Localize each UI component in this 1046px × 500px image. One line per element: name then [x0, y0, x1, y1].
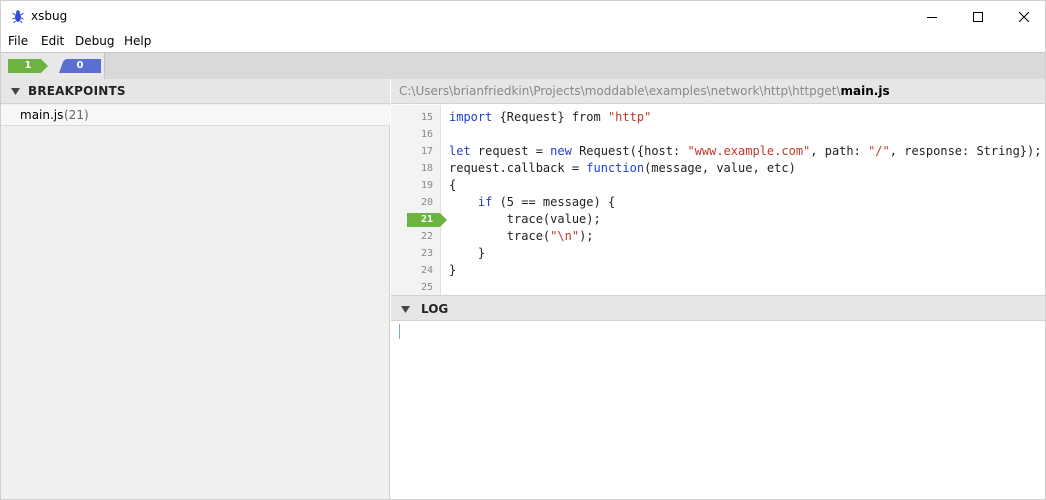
code-keyword: function	[586, 161, 645, 175]
close-button[interactable]	[1001, 1, 1046, 32]
title-bar: xsbug	[1, 1, 1045, 32]
collapse-triangle-icon	[401, 306, 410, 313]
code-line: let request = new Request({host: "www.ex…	[449, 143, 1041, 160]
code-string: "/"	[868, 144, 890, 158]
breakpoint-line: (21)	[64, 108, 89, 122]
close-icon	[1019, 11, 1029, 22]
line-number[interactable]: 21	[391, 211, 433, 228]
line-number[interactable]: 22	[391, 228, 433, 245]
code-text: Request({host:	[571, 144, 688, 158]
code-text: }	[449, 246, 486, 260]
code-line: trace("\n");	[449, 228, 594, 245]
code-text: {Request} from	[492, 110, 608, 124]
code-string: "www.example.com"	[687, 144, 811, 158]
code-line: {	[449, 177, 456, 194]
line-number-gutter[interactable]: 15 16 17 18 19 20 21 22 23 24 25	[391, 105, 447, 296]
line-number[interactable]: 15	[391, 109, 433, 126]
code-text: , path:	[810, 144, 869, 158]
line-number[interactable]: 18	[391, 160, 433, 177]
text-caret	[399, 324, 400, 339]
line-number[interactable]: 20	[391, 194, 433, 211]
breakpoints-title: BREAKPOINTS	[28, 84, 126, 98]
minimize-button[interactable]	[909, 1, 955, 32]
code-text: request =	[470, 144, 551, 158]
code-line: }	[449, 262, 456, 279]
code-line: if (5 == message) {	[449, 194, 615, 211]
code-editor[interactable]: 15 16 17 18 19 20 21 22 23 24 25 import {Request} …	[391, 105, 1045, 295]
menu-debug[interactable]: Debug	[75, 34, 114, 48]
breakpoint-count-tab[interactable]: 1	[8, 59, 48, 73]
code-string: "http"	[607, 110, 652, 124]
code-text: trace(value);	[449, 212, 601, 226]
code-text: request.callback =	[449, 161, 587, 175]
log-output[interactable]	[391, 321, 1045, 499]
window-title: xsbug	[31, 9, 68, 23]
code-string: "\n"	[550, 229, 580, 243]
code-text: );	[579, 229, 594, 243]
code-text: {	[449, 178, 457, 192]
instance-count: 0	[76, 60, 84, 71]
menu-bar: File Edit Debug Help	[1, 32, 1045, 52]
line-number[interactable]: 19	[391, 177, 433, 194]
menu-help[interactable]: Help	[124, 34, 151, 48]
code-keyword: new	[550, 144, 572, 158]
maximize-icon	[973, 11, 983, 22]
bug-icon	[12, 10, 24, 23]
code-line: trace(value);	[449, 211, 601, 228]
line-number[interactable]: 17	[391, 143, 433, 160]
instance-count-tab[interactable]: 0	[59, 59, 101, 73]
code-text: (message, value, etc)	[644, 161, 796, 175]
log-title: LOG	[421, 302, 449, 316]
menu-file[interactable]: File	[8, 34, 28, 48]
line-number[interactable]: 25	[391, 279, 433, 296]
xsbug-window: xsbug File Edit Debug Help 1 0 BREAKPOIN…	[0, 0, 1046, 500]
line-number[interactable]: 16	[391, 126, 433, 143]
menu-edit[interactable]: Edit	[41, 34, 64, 48]
file-path-directory: C:\Users\brianfriedkin\Projects\moddable…	[399, 84, 841, 98]
code-line: import {Request} from "http"	[449, 109, 651, 126]
code-keyword: if	[477, 195, 493, 209]
code-text: (5 == message) {	[492, 195, 616, 209]
file-path-bar: C:\Users\brianfriedkin\Projects\moddable…	[391, 79, 1045, 104]
collapse-triangle-icon	[11, 88, 20, 95]
code-keyword: import	[449, 110, 493, 124]
file-path: C:\Users\brianfriedkin\Projects\moddable…	[399, 84, 890, 98]
code-text: trace(	[449, 229, 551, 243]
line-number[interactable]: 23	[391, 245, 433, 262]
breakpoint-count: 1	[24, 60, 32, 71]
minimize-icon	[927, 16, 937, 18]
code-text: }	[449, 263, 457, 277]
machine-tab-strip: 1 0	[1, 52, 1045, 79]
breakpoint-file: main.js	[20, 108, 64, 122]
maximize-button[interactable]	[955, 1, 1001, 32]
code-line: }	[449, 245, 485, 262]
breakpoint-item[interactable]: main.js (21)	[1, 105, 390, 126]
file-path-name: main.js	[840, 84, 890, 98]
log-header[interactable]: LOG	[391, 295, 1045, 321]
breakpoints-header[interactable]: BREAKPOINTS	[1, 79, 390, 104]
code-keyword: let	[449, 144, 471, 158]
line-number[interactable]: 24	[391, 262, 433, 279]
machine-tab[interactable]: 1 0	[1, 53, 105, 79]
code-line: request.callback = function(message, val…	[449, 160, 796, 177]
code-text: , response: String});	[889, 144, 1042, 158]
breakpoints-panel: BREAKPOINTS main.js (21)	[1, 79, 390, 499]
